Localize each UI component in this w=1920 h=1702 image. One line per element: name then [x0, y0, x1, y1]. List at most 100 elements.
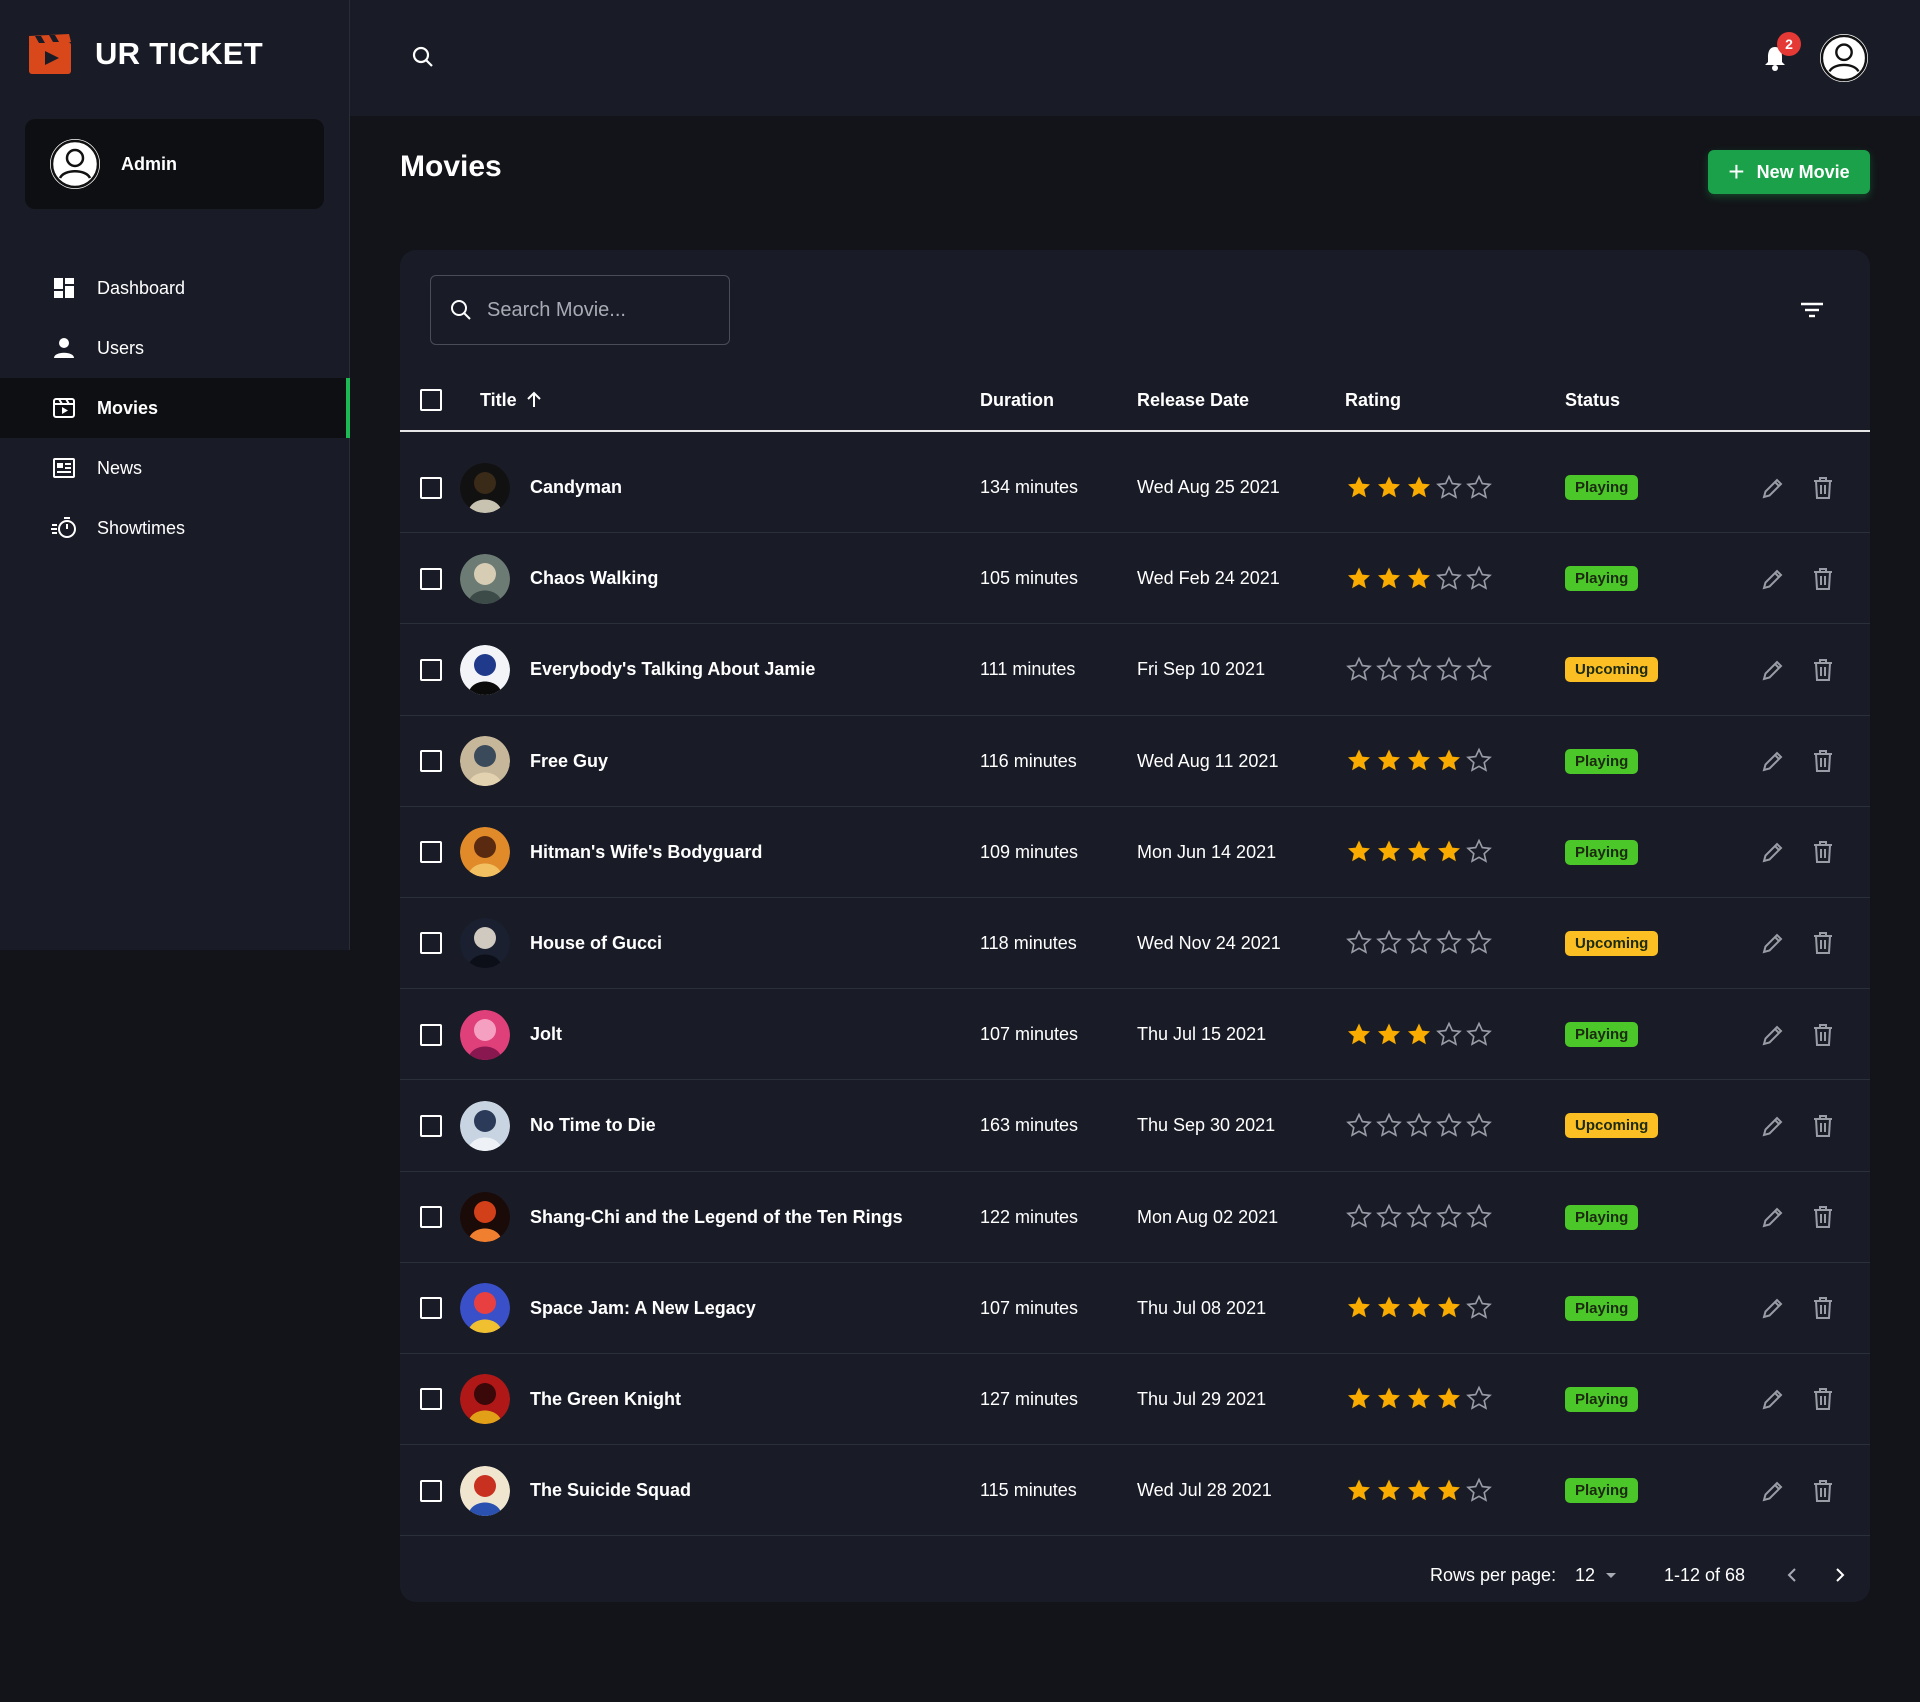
- column-header-duration[interactable]: Duration: [980, 370, 1054, 430]
- edit-cell[interactable]: [1760, 1172, 1786, 1263]
- delete-cell[interactable]: [1810, 1354, 1836, 1445]
- row-checkbox-cell[interactable]: [420, 1263, 442, 1354]
- row-checkbox-cell[interactable]: [420, 1172, 442, 1263]
- row-checkbox[interactable]: [420, 658, 442, 681]
- sidebar-item-dashboard[interactable]: Dashboard: [0, 258, 350, 318]
- edit-pencil-icon[interactable]: [1760, 1022, 1786, 1048]
- previous-page-icon[interactable]: [1780, 1555, 1804, 1595]
- edit-cell[interactable]: [1760, 898, 1786, 989]
- table-row[interactable]: Space Jam: A New Legacy 107 minutes Thu Ju…: [400, 1263, 1870, 1354]
- select-all-checkbox-cell[interactable]: [420, 370, 442, 430]
- row-checkbox[interactable]: [420, 1388, 442, 1411]
- table-row[interactable]: Jolt 107 minutes Thu Jul 15 2021 Playing: [400, 989, 1870, 1081]
- delete-trash-icon[interactable]: [1810, 475, 1836, 501]
- edit-cell[interactable]: [1760, 1080, 1786, 1171]
- edit-cell[interactable]: [1760, 1263, 1786, 1354]
- delete-cell[interactable]: [1810, 533, 1836, 624]
- delete-trash-icon[interactable]: [1810, 566, 1836, 592]
- row-checkbox[interactable]: [420, 750, 442, 773]
- delete-cell[interactable]: [1810, 989, 1836, 1080]
- row-checkbox-cell[interactable]: [420, 989, 442, 1080]
- delete-trash-icon[interactable]: [1810, 1295, 1836, 1321]
- search-icon[interactable]: [410, 44, 436, 70]
- next-page-icon[interactable]: [1828, 1555, 1852, 1595]
- edit-pencil-icon[interactable]: [1760, 1295, 1786, 1321]
- row-checkbox-cell[interactable]: [420, 442, 442, 533]
- table-row[interactable]: House of Gucci 118 minutes Wed Nov 24 2021…: [400, 898, 1870, 990]
- delete-trash-icon[interactable]: [1810, 1386, 1836, 1412]
- edit-pencil-icon[interactable]: [1760, 748, 1786, 774]
- delete-cell[interactable]: [1810, 1172, 1836, 1263]
- delete-trash-icon[interactable]: [1810, 839, 1836, 865]
- delete-trash-icon[interactable]: [1810, 657, 1836, 683]
- profile-avatar[interactable]: [1818, 32, 1870, 84]
- column-header-rating[interactable]: Rating: [1345, 370, 1401, 430]
- movie-search-input[interactable]: Search Movie...: [430, 275, 730, 345]
- delete-trash-icon[interactable]: [1810, 748, 1836, 774]
- filter-icon[interactable]: [1797, 295, 1827, 325]
- delete-trash-icon[interactable]: [1810, 1113, 1836, 1139]
- edit-cell[interactable]: [1760, 807, 1786, 898]
- edit-pencil-icon[interactable]: [1760, 930, 1786, 956]
- brand[interactable]: UR TICKET: [29, 34, 263, 74]
- edit-pencil-icon[interactable]: [1760, 657, 1786, 683]
- table-row[interactable]: Chaos Walking 105 minutes Wed Feb 24 2021 P…: [400, 533, 1870, 625]
- edit-pencil-icon[interactable]: [1760, 1386, 1786, 1412]
- table-row[interactable]: Hitman's Wife's Bodyguard 109 minutes Mon …: [400, 807, 1870, 898]
- row-checkbox[interactable]: [420, 476, 442, 499]
- delete-cell[interactable]: [1810, 442, 1836, 533]
- sidebar-item-showtimes[interactable]: Showtimes: [0, 498, 350, 558]
- sidebar-item-movies[interactable]: Movies: [0, 378, 350, 438]
- edit-cell[interactable]: [1760, 624, 1786, 715]
- edit-cell[interactable]: [1760, 442, 1786, 533]
- table-row[interactable]: The Green Knight 127 minutes Thu Jul 29 20…: [400, 1354, 1870, 1446]
- edit-pencil-icon[interactable]: [1760, 1204, 1786, 1230]
- delete-cell[interactable]: [1810, 898, 1836, 989]
- user-card[interactable]: Admin: [25, 119, 324, 209]
- row-checkbox-cell[interactable]: [420, 624, 442, 715]
- rows-per-page-select[interactable]: 12: [1575, 1555, 1621, 1595]
- edit-cell[interactable]: [1760, 533, 1786, 624]
- delete-cell[interactable]: [1810, 1263, 1836, 1354]
- row-checkbox[interactable]: [420, 1479, 442, 1502]
- delete-trash-icon[interactable]: [1810, 1022, 1836, 1048]
- delete-trash-icon[interactable]: [1810, 1478, 1836, 1504]
- edit-pencil-icon[interactable]: [1760, 1478, 1786, 1504]
- row-checkbox[interactable]: [420, 841, 442, 864]
- sidebar-item-users[interactable]: Users: [0, 318, 350, 378]
- row-checkbox[interactable]: [420, 567, 442, 590]
- edit-cell[interactable]: [1760, 989, 1786, 1080]
- table-row[interactable]: Free Guy 116 minutes Wed Aug 11 2021 Playin…: [400, 716, 1870, 807]
- row-checkbox-cell[interactable]: [420, 1354, 442, 1445]
- select-all-checkbox[interactable]: [420, 389, 442, 411]
- row-checkbox[interactable]: [420, 1297, 442, 1320]
- edit-cell[interactable]: [1760, 1445, 1786, 1536]
- new-movie-button[interactable]: + New Movie: [1708, 150, 1870, 194]
- row-checkbox[interactable]: [420, 932, 442, 955]
- row-checkbox[interactable]: [420, 1206, 442, 1228]
- row-checkbox-cell[interactable]: [420, 1445, 442, 1536]
- delete-cell[interactable]: [1810, 624, 1836, 715]
- delete-cell[interactable]: [1810, 1080, 1836, 1171]
- delete-cell[interactable]: [1810, 716, 1836, 807]
- edit-pencil-icon[interactable]: [1760, 1113, 1786, 1139]
- row-checkbox[interactable]: [420, 1023, 442, 1046]
- edit-cell[interactable]: [1760, 1354, 1786, 1445]
- edit-pencil-icon[interactable]: [1760, 839, 1786, 865]
- table-row[interactable]: Everybody's Talking About Jamie 111 minut…: [400, 624, 1870, 716]
- column-header-title[interactable]: Title: [480, 370, 545, 430]
- row-checkbox-cell[interactable]: [420, 716, 442, 807]
- row-checkbox-cell[interactable]: [420, 898, 442, 989]
- row-checkbox-cell[interactable]: [420, 807, 442, 898]
- column-header-release-date[interactable]: Release Date: [1137, 370, 1249, 430]
- table-row[interactable]: No Time to Die 163 minutes Thu Sep 30 2021…: [400, 1080, 1870, 1172]
- table-row[interactable]: Shang-Chi and the Legend of the Ten Ring…: [400, 1172, 1870, 1263]
- row-checkbox[interactable]: [420, 1114, 442, 1137]
- edit-pencil-icon[interactable]: [1760, 566, 1786, 592]
- sidebar-item-news[interactable]: News: [0, 438, 350, 498]
- row-checkbox-cell[interactable]: [420, 533, 442, 624]
- delete-trash-icon[interactable]: [1810, 930, 1836, 956]
- edit-pencil-icon[interactable]: [1760, 475, 1786, 501]
- delete-trash-icon[interactable]: [1810, 1204, 1836, 1230]
- table-row[interactable]: Candyman 134 minutes Wed Aug 25 2021 Playin…: [400, 442, 1870, 534]
